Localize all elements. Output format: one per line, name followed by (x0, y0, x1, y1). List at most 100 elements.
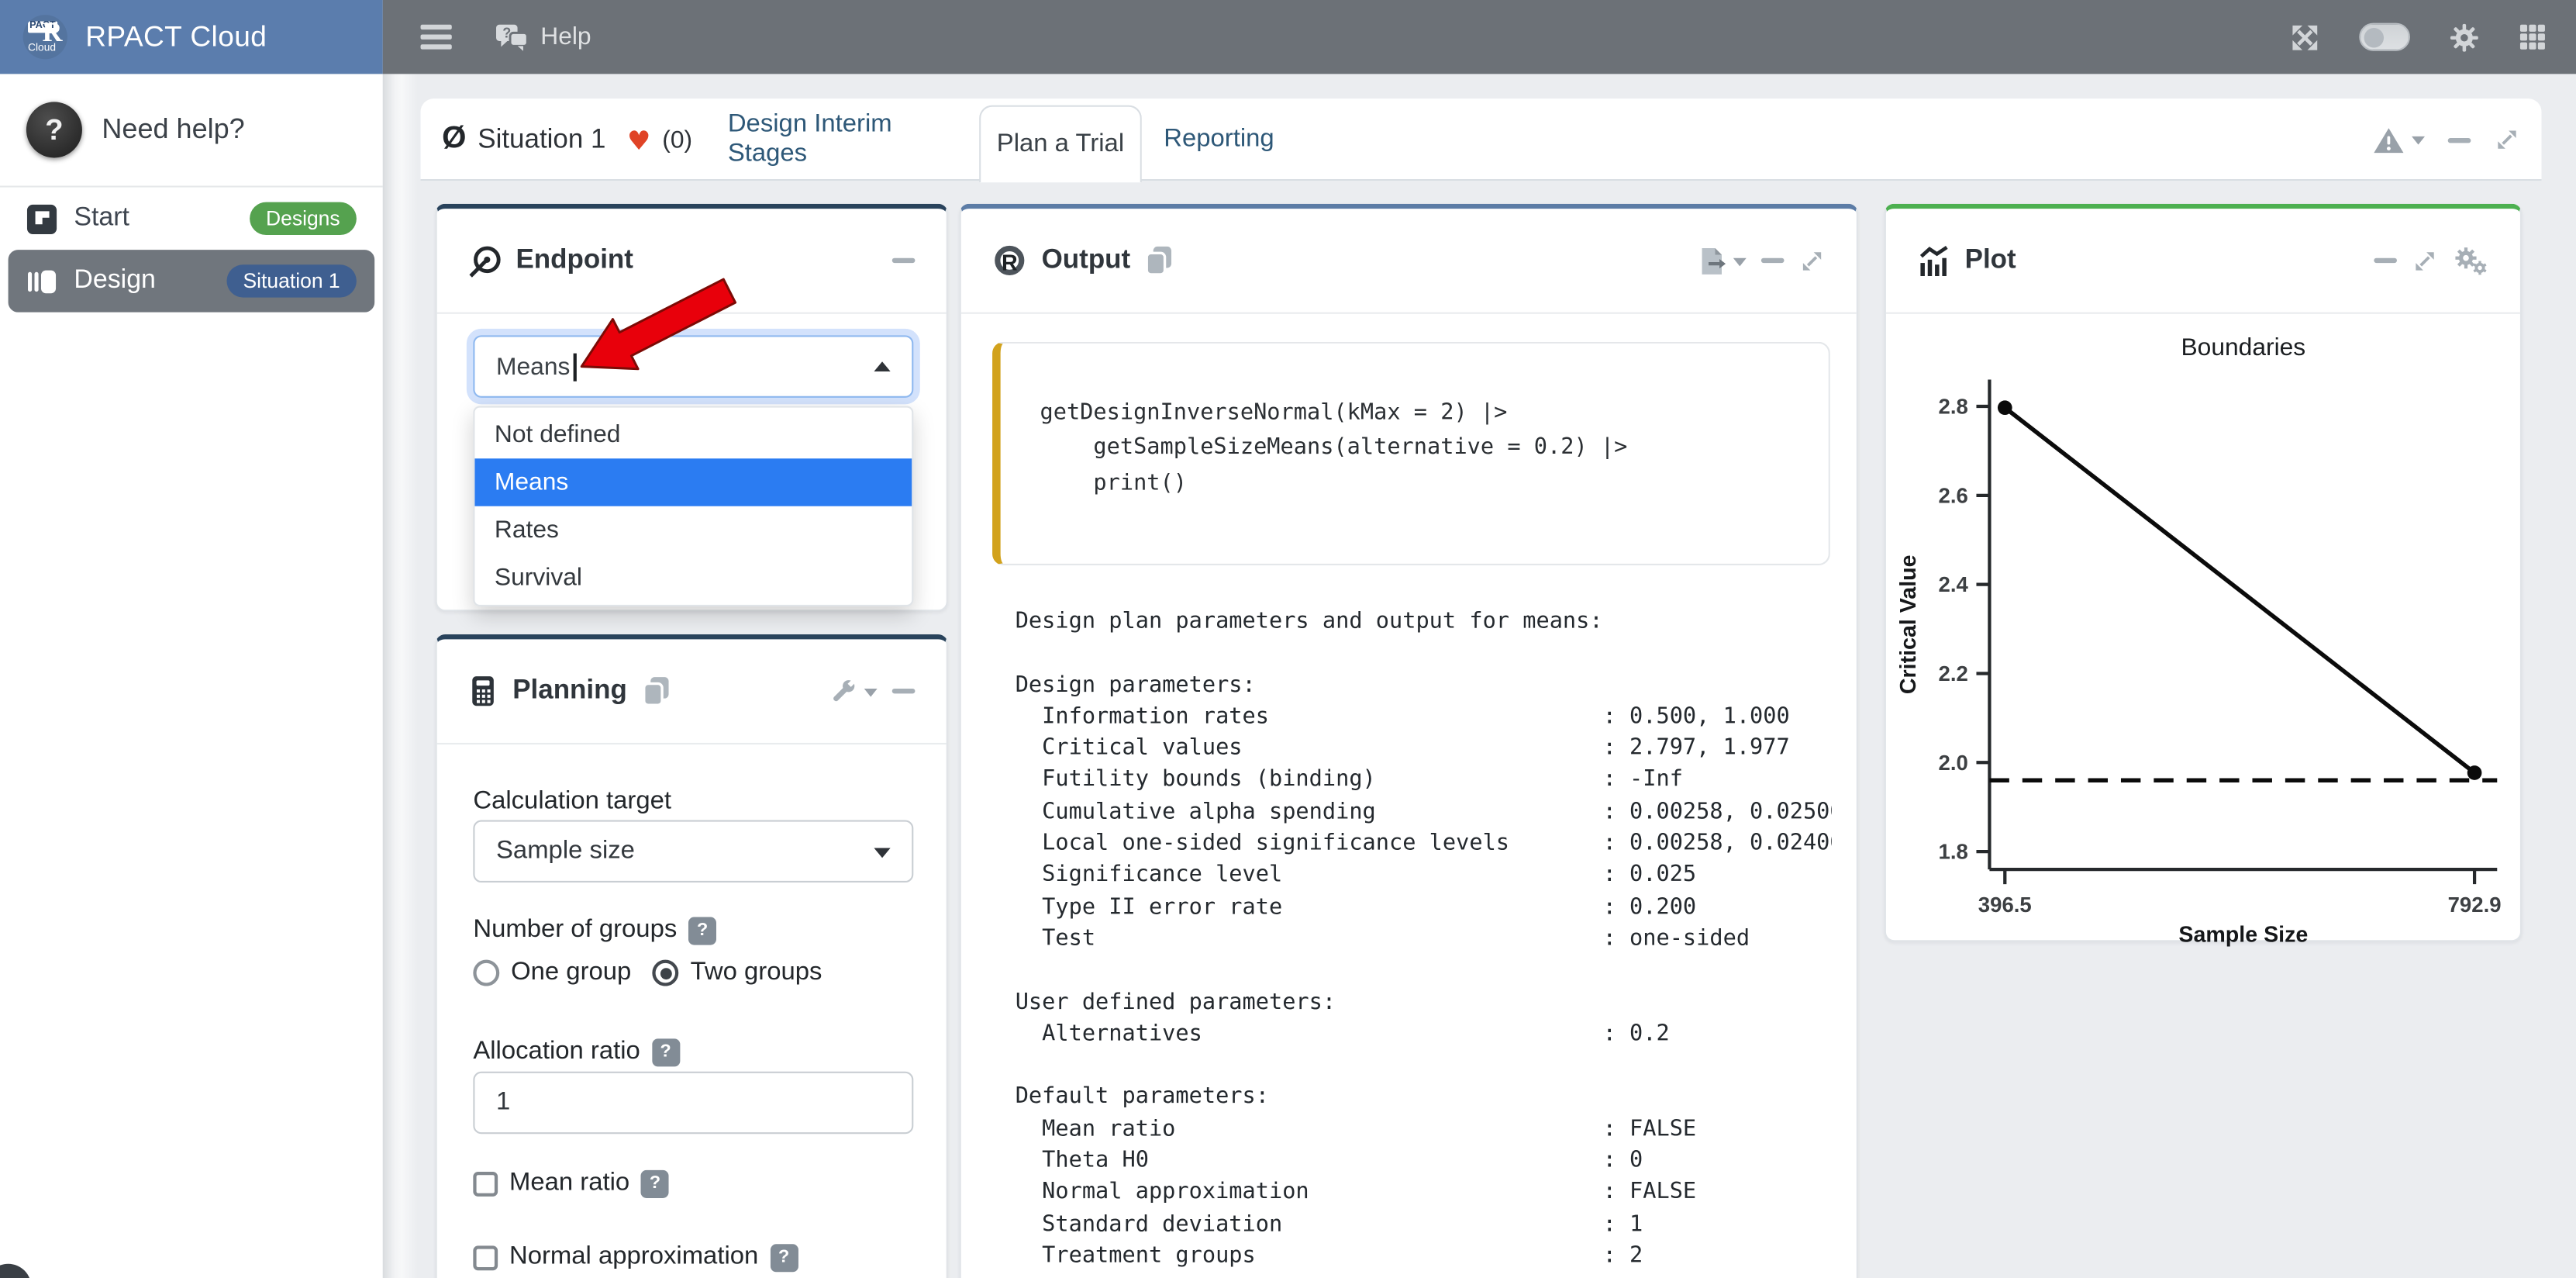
sidebar-toggle-button[interactable] (421, 20, 452, 54)
brand-area: PACT R Cloud RPACT Cloud (0, 0, 383, 74)
normal-approximation-checkbox[interactable] (473, 1245, 498, 1269)
gears-icon (2453, 246, 2489, 275)
calculation-target-select[interactable]: Sample size (473, 820, 913, 883)
two-groups-radio[interactable] (653, 960, 679, 986)
svg-text:396.5: 396.5 (1978, 893, 2032, 917)
situation-header: Ø Situation 1 ♥ (0) (442, 98, 692, 181)
mean-ratio-checkbox[interactable] (473, 1171, 498, 1196)
favorite-heart-icon[interactable]: ♥ (627, 124, 650, 155)
allocation-ratio-label: Allocation ratio ? (473, 1037, 679, 1066)
settings-button[interactable] (2450, 22, 2479, 52)
need-help-link[interactable]: ? Need help? (0, 74, 383, 185)
plot-title: Plot (1965, 245, 2016, 276)
expand-diagonal-icon (2494, 126, 2520, 153)
tab-strip: Ø Situation 1 ♥ (0) Design Interim Stage… (421, 98, 2542, 181)
warning-icon (2372, 126, 2405, 154)
plot-expand-button[interactable] (2412, 247, 2438, 274)
export-file-icon (1698, 246, 1726, 275)
sidebar-item-label: Start (74, 204, 233, 233)
one-group-label: One group (511, 958, 631, 988)
sidebar-item-design[interactable]: Design Situation 1 (9, 250, 375, 313)
boundaries-chart: Boundaries1.82.02.22.42.62.8396.5792.9Sa… (1888, 320, 2522, 946)
endpoint-collapse-button[interactable] (892, 258, 916, 263)
output-copy-button[interactable] (1145, 245, 1173, 276)
planning-copy-button[interactable] (642, 675, 670, 706)
output-export-button[interactable] (1698, 246, 1746, 275)
sidebar-scrollbar[interactable] (383, 74, 418, 1277)
fullscreen-button[interactable] (2290, 22, 2319, 52)
option-not-defined[interactable]: Not defined (474, 411, 912, 458)
help-question-badge[interactable]: ? (652, 1038, 680, 1066)
planning-header: Planning (437, 639, 947, 744)
help-label: Help (540, 23, 591, 51)
plot-settings-button[interactable] (2453, 246, 2489, 275)
svg-text:R: R (1002, 250, 1018, 275)
chart-icon (1917, 245, 1950, 276)
svg-text:2.4: 2.4 (1939, 572, 1969, 596)
calculation-target-value: Sample size (496, 837, 635, 866)
need-help-label: Need help? (102, 113, 244, 146)
gear-icon (2450, 22, 2479, 52)
svg-text:2.8: 2.8 (1939, 395, 1968, 419)
svg-text:792.9: 792.9 (2448, 893, 2502, 917)
warnings-menu-button[interactable] (2372, 126, 2425, 154)
normal-approximation-label: Normal approximation (509, 1242, 758, 1272)
question-mark-icon: ? (26, 102, 82, 157)
one-group-radio[interactable] (473, 960, 499, 986)
output-expand-button[interactable] (1799, 247, 1826, 274)
expand-arrows-icon (2290, 22, 2319, 52)
tab-reporting[interactable]: Reporting (1170, 98, 1268, 181)
r-code-text: getDesignInverseNormal(kMax = 2) |> getS… (1040, 396, 1798, 501)
svg-text:Sample Size: Sample Size (2178, 922, 2308, 946)
sidebar-item-start[interactable]: Start Designs (9, 188, 375, 250)
mean-ratio-row: Mean ratio ? (473, 1169, 669, 1198)
expand-diagonal-icon (1799, 247, 1826, 274)
text-cursor (574, 353, 576, 381)
rpact-logo-icon: PACT R Cloud (23, 15, 67, 59)
endpoint-select-value: Means (496, 353, 570, 381)
brand-title: RPACT Cloud (85, 19, 267, 54)
normal-approximation-row: Normal approximation ? (473, 1242, 798, 1272)
output-panel: R Output (960, 204, 1858, 1278)
option-survival[interactable]: Survival (474, 554, 912, 601)
option-means[interactable]: Means (474, 458, 912, 506)
chevron-up-icon (874, 353, 890, 371)
collapse-all-button[interactable] (2448, 137, 2471, 142)
plot-header: Plot (1886, 209, 2520, 314)
help-menu[interactable]: ? Help (495, 22, 591, 52)
app-root: PACT R Cloud RPACT Cloud ? Help (0, 0, 2576, 1278)
endpoint-select-input[interactable]: Means (473, 335, 913, 398)
help-bubbles-icon: ? (495, 22, 529, 52)
plot-collapse-button[interactable] (2374, 258, 2397, 263)
start-icon (26, 203, 57, 234)
endpoint-header: Endpoint (437, 209, 947, 314)
endpoint-panel: Endpoint Means Not defined Means Rates S… (436, 204, 948, 612)
svg-text:Critical Value: Critical Value (1896, 554, 1921, 694)
output-collapse-button[interactable] (1761, 258, 1785, 263)
situation-badge: Situation 1 (226, 264, 357, 297)
sidebar-item-label: Design (74, 266, 210, 295)
apps-grid-button[interactable] (2519, 23, 2547, 51)
favorite-count: (0) (662, 126, 692, 154)
calculator-icon (468, 675, 498, 706)
designs-badge: Designs (250, 202, 357, 235)
tab-plan-a-trial[interactable]: Plan a Trial (979, 105, 1142, 183)
help-question-badge[interactable]: ? (770, 1243, 798, 1271)
tab-design-interim-stages[interactable]: Design Interim Stages (728, 98, 953, 181)
theme-toggle[interactable] (2359, 23, 2410, 51)
wrench-icon (829, 677, 857, 705)
svg-text:2.0: 2.0 (1939, 751, 1968, 775)
allocation-ratio-input[interactable]: 1 (473, 1072, 913, 1135)
option-rates[interactable]: Rates (474, 506, 912, 554)
output-result-text: Design plan parameters and output for me… (1016, 606, 1832, 1278)
help-question-badge[interactable]: ? (641, 1169, 669, 1197)
planning-tools-button[interactable] (829, 677, 877, 705)
top-bar: PACT R Cloud RPACT Cloud ? Help (0, 0, 2576, 74)
r-code-block: getDesignInverseNormal(kMax = 2) |> getS… (992, 342, 1830, 565)
planning-collapse-button[interactable] (892, 689, 916, 693)
help-question-badge[interactable]: ? (688, 916, 716, 944)
expand-diagonal-icon (2412, 247, 2438, 274)
allocation-ratio-value: 1 (496, 1088, 510, 1117)
minus-icon (2374, 258, 2397, 263)
expand-view-button[interactable] (2494, 126, 2520, 153)
